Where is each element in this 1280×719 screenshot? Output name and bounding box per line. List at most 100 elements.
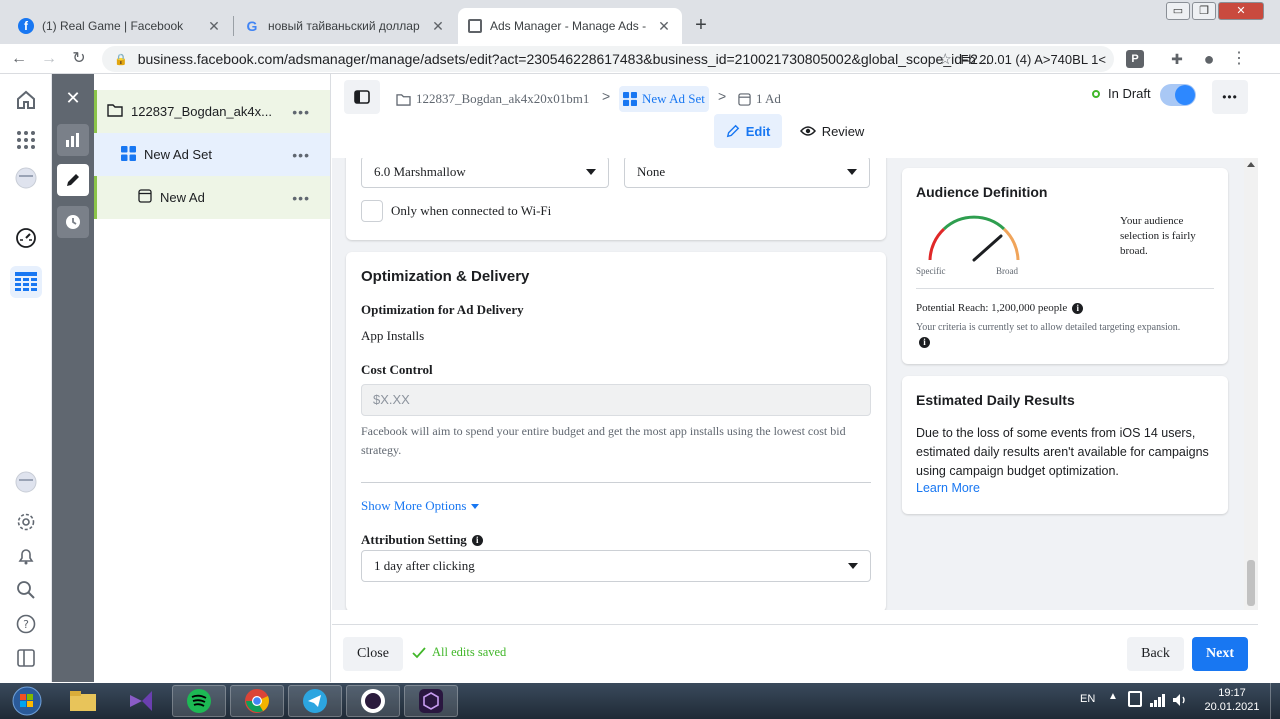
app-taskbar-icon[interactable] xyxy=(346,685,400,717)
status-label: In Draft xyxy=(1108,86,1151,101)
visual-studio-taskbar-icon[interactable] xyxy=(114,685,168,717)
close-tab-icon[interactable]: ✕ xyxy=(206,18,222,35)
wifi-checkbox[interactable] xyxy=(361,200,383,222)
wifi-only-option[interactable]: Only when connected to Wi-Fi xyxy=(361,200,551,222)
delivery-label: Optimization for Ad Delivery xyxy=(361,302,524,317)
ad-icon xyxy=(738,92,751,106)
editor-footer: Close All edits saved Back Next xyxy=(332,624,1258,682)
estimated-daily-results-card: Estimated Daily Results Due to the loss … xyxy=(902,376,1228,514)
extensions-puzzle-icon[interactable]: ✚ xyxy=(1166,48,1188,70)
clock[interactable]: 19:17 20.01.2021 xyxy=(1200,686,1264,714)
url-input[interactable]: 🔒 business.facebook.com/adsmanager/manag… xyxy=(102,46,1114,72)
info-icon[interactable]: i xyxy=(471,534,483,546)
cost-control-label: Cost Control xyxy=(361,362,433,377)
tab-facebook[interactable]: f (1) Real Game | Facebook ✕ xyxy=(8,8,232,44)
back-button[interactable]: Back xyxy=(1127,637,1184,671)
windows-taskbar: EN ▲ 19:17 20.01.2021 xyxy=(0,683,1280,719)
help-question-icon[interactable]: ? xyxy=(12,610,40,638)
minimize-button[interactable]: ▭ xyxy=(1166,2,1190,20)
volume-speaker-icon[interactable] xyxy=(1172,692,1188,708)
info-icon[interactable]: i xyxy=(919,337,930,349)
chrome-taskbar-icon[interactable] xyxy=(230,685,284,717)
clock-time: 19:17 xyxy=(1218,687,1246,699)
notifications-bell-icon[interactable] xyxy=(12,542,40,570)
report-panel-icon[interactable] xyxy=(12,644,40,672)
extension-p-icon[interactable]: P xyxy=(1126,50,1144,68)
criteria-text-row: Your criteria is currently set to allow … xyxy=(916,320,1192,350)
next-button[interactable]: Next xyxy=(1192,637,1248,671)
edit-mode-button[interactable]: Edit xyxy=(714,114,782,148)
divider xyxy=(916,288,1214,289)
folder-icon xyxy=(396,93,411,106)
audience-gauge xyxy=(928,215,1020,262)
telegram-taskbar-icon[interactable] xyxy=(288,685,342,717)
close-button[interactable]: Close xyxy=(343,637,403,671)
breadcrumb-campaign[interactable]: 122837_Bogdan_ak4x20x01bm1 xyxy=(396,86,589,112)
link-label: Show More Options xyxy=(361,498,467,513)
crypto-wallet-taskbar-icon[interactable] xyxy=(404,685,458,717)
tree-item-ad[interactable]: New Ad ••• xyxy=(94,176,330,219)
gauge-specific-label: Specific xyxy=(916,266,946,276)
select-value: 6.0 Marshmallow xyxy=(374,164,466,179)
edit-pencil-icon[interactable] xyxy=(57,164,89,196)
attribution-select[interactable]: 1 day after clicking xyxy=(361,550,871,582)
publish-toggle[interactable] xyxy=(1160,84,1196,106)
learn-more-link[interactable]: Learn More xyxy=(916,481,980,495)
home-icon[interactable] xyxy=(12,86,40,114)
extension-label[interactable]: Fb 20.01 (4) A>740BL 1< xyxy=(960,52,1106,67)
bookmark-star-icon[interactable]: ☆ xyxy=(939,50,952,68)
apps-grid-icon[interactable] xyxy=(12,126,40,154)
more-options-icon[interactable]: ••• xyxy=(292,190,310,206)
editor-header: 122837_Bogdan_ak4x20x01bm1 > New Ad Set … xyxy=(332,74,1258,158)
close-tab-icon[interactable]: ✕ xyxy=(430,18,446,35)
language-indicator[interactable]: EN xyxy=(1080,693,1095,705)
breadcrumb-ad[interactable]: 1 Ad xyxy=(738,86,781,112)
back-arrow-icon[interactable]: ← xyxy=(8,48,30,70)
window-close-button[interactable]: ✕ xyxy=(1218,2,1264,20)
close-tab-icon[interactable]: ✕ xyxy=(656,18,672,35)
tree-item-campaign[interactable]: 122837_Bogdan_ak4x... ••• xyxy=(94,90,330,133)
breadcrumb-adset[interactable]: New Ad Set xyxy=(619,86,709,112)
show-more-options-link[interactable]: Show More Options xyxy=(361,498,480,514)
file-explorer-taskbar-icon[interactable] xyxy=(56,685,110,717)
show-desktop-button[interactable] xyxy=(1270,683,1280,719)
network-signal-icon[interactable] xyxy=(1150,693,1166,707)
info-icon[interactable]: i xyxy=(1072,302,1084,314)
tree-item-adset[interactable]: New Ad Set ••• xyxy=(94,133,330,176)
review-mode-button[interactable]: Review xyxy=(796,114,868,148)
history-clock-icon[interactable] xyxy=(57,206,89,238)
profile-avatar-icon[interactable]: ● xyxy=(1198,48,1220,70)
show-hidden-icons-icon[interactable]: ▲ xyxy=(1108,691,1118,702)
cost-control-input[interactable]: $X.XX xyxy=(361,384,871,416)
business-account-icon[interactable] xyxy=(12,164,40,192)
spotify-taskbar-icon[interactable] xyxy=(172,685,226,717)
tab-ads-manager[interactable]: Ads Manager - Manage Ads - Ad ✕ xyxy=(458,8,682,44)
address-bar-row: ← → ↻ 🔒 business.facebook.com/adsmanager… xyxy=(0,44,1280,74)
tab-google[interactable]: G новый тайваньский доллар к до ✕ xyxy=(234,8,456,44)
device-tray-icon[interactable] xyxy=(1128,691,1142,707)
more-options-button[interactable]: ••• xyxy=(1212,80,1248,114)
min-os-version-select[interactable]: 6.0 Marshmallow xyxy=(361,158,609,188)
new-tab-button[interactable]: + xyxy=(688,12,714,38)
settings-gear-icon[interactable] xyxy=(12,508,40,536)
close-editor-icon[interactable]: ✕ xyxy=(57,82,89,114)
delivery-value: App Installs xyxy=(361,328,425,343)
reload-icon[interactable]: ↻ xyxy=(68,48,90,70)
ads-manager-table-icon[interactable] xyxy=(10,266,42,298)
max-os-version-select[interactable]: None xyxy=(624,158,870,188)
browser-menu-icon[interactable]: ⋮ xyxy=(1228,48,1250,70)
search-icon[interactable] xyxy=(12,576,40,604)
more-options-icon[interactable]: ••• xyxy=(292,104,310,120)
content-scrollbar[interactable] xyxy=(1244,158,1258,610)
chart-bars-icon[interactable] xyxy=(57,124,89,156)
maximize-button[interactable]: ❐ xyxy=(1192,2,1216,20)
dashboard-gauge-icon[interactable] xyxy=(12,224,40,252)
campaign-tree-panel: 122837_Bogdan_ak4x... ••• New Ad Set •••… xyxy=(94,74,331,682)
start-button[interactable] xyxy=(2,685,52,717)
forward-arrow-icon[interactable]: → xyxy=(38,48,60,70)
toggle-sidebar-icon[interactable] xyxy=(344,80,380,114)
scroll-up-arrow-icon[interactable] xyxy=(1247,162,1255,167)
scrollbar-thumb[interactable] xyxy=(1247,560,1255,606)
account-avatar-icon[interactable] xyxy=(12,468,40,496)
more-options-icon[interactable]: ••• xyxy=(292,147,310,163)
